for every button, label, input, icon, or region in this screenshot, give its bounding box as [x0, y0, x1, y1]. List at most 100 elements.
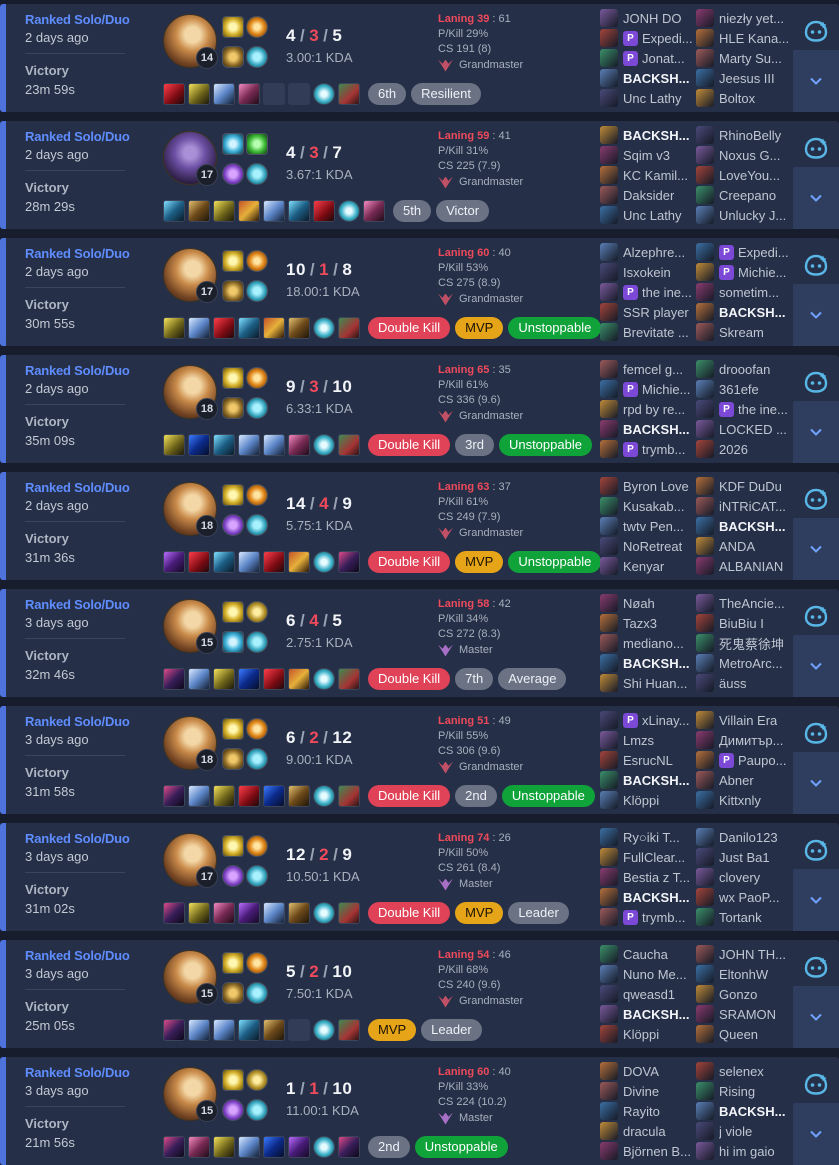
primary-rune-icon[interactable]: [222, 631, 244, 653]
player-entry[interactable]: Villain Era: [696, 710, 794, 730]
item-icon[interactable]: [338, 668, 360, 690]
summoner-spell-1-icon[interactable]: [222, 952, 244, 974]
player-entry[interactable]: Marty Su...: [696, 48, 794, 68]
player-entry[interactable]: 2026: [696, 439, 794, 459]
player-entry[interactable]: Queen: [696, 1024, 794, 1044]
trinket-item-icon[interactable]: [313, 785, 335, 807]
summoner-spell-1-icon[interactable]: [222, 1069, 244, 1091]
item-icon[interactable]: [238, 668, 260, 690]
player-entry[interactable]: Klöppi: [600, 790, 698, 810]
player-entry[interactable]: Byron Love: [600, 476, 698, 496]
secondary-rune-icon[interactable]: [246, 46, 268, 68]
item-icon[interactable]: [238, 902, 260, 924]
player-entry[interactable]: äuss: [696, 673, 794, 693]
item-icon[interactable]: [213, 200, 235, 222]
item-icon[interactable]: [163, 551, 185, 573]
summoner-spell-2-icon[interactable]: [246, 1069, 268, 1091]
player-entry[interactable]: RhinoBelly: [696, 125, 794, 145]
player-entry[interactable]: BiuBiu I: [696, 613, 794, 633]
item-icon[interactable]: [188, 317, 210, 339]
player-entry[interactable]: dracula: [600, 1121, 698, 1141]
player-entry[interactable]: TheAncie...: [696, 593, 794, 613]
item-icon[interactable]: [313, 200, 335, 222]
item-icon[interactable]: [163, 668, 185, 690]
player-entry[interactable]: Unc Lathy: [600, 205, 698, 225]
primary-rune-icon[interactable]: [222, 514, 244, 536]
trinket-item-icon[interactable]: [313, 434, 335, 456]
match-row[interactable]: Ranked Solo/Duo 2 days ago Victory 28m 2…: [0, 121, 839, 229]
player-entry[interactable]: Tazx3: [600, 613, 698, 633]
summoner-spell-2-icon[interactable]: [246, 250, 268, 272]
match-row[interactable]: Ranked Solo/Duo 3 days ago Victory 32m 4…: [0, 589, 839, 697]
expand-match-button[interactable]: [793, 401, 839, 463]
item-icon[interactable]: [163, 317, 185, 339]
champion-portrait[interactable]: 15: [163, 950, 218, 1005]
player-entry[interactable]: wx PaoP...: [696, 887, 794, 907]
player-self[interactable]: BACKSH...: [696, 1101, 794, 1121]
player-entry[interactable]: Tortank: [696, 907, 794, 927]
player-entry[interactable]: P Michie...: [600, 379, 698, 399]
player-entry[interactable]: Rayito: [600, 1101, 698, 1121]
trinket-item-icon[interactable]: [338, 200, 360, 222]
item-icon[interactable]: [238, 785, 260, 807]
player-entry[interactable]: PxLinay...: [600, 710, 698, 730]
player-self[interactable]: BACKSH...: [600, 68, 698, 88]
summoner-spell-2-icon[interactable]: [246, 484, 268, 506]
player-entry[interactable]: Pthe ine...: [600, 282, 698, 302]
player-entry[interactable]: Rising: [696, 1081, 794, 1101]
player-entry[interactable]: Unc Lathy: [600, 88, 698, 108]
primary-rune-icon[interactable]: [222, 280, 244, 302]
player-entry[interactable]: P Paupo...: [696, 750, 794, 770]
player-entry[interactable]: Boltox: [696, 88, 794, 108]
player-entry[interactable]: Kenyar: [600, 556, 698, 576]
player-self[interactable]: BACKSH...: [696, 302, 794, 322]
item-icon[interactable]: [213, 785, 235, 807]
item-icon[interactable]: [338, 1136, 360, 1158]
item-icon[interactable]: [188, 668, 210, 690]
champion-portrait[interactable]: 17: [163, 131, 218, 186]
summoner-spell-2-icon[interactable]: [246, 601, 268, 623]
player-entry[interactable]: 死鬼蔡徐坤: [696, 633, 794, 653]
secondary-rune-icon[interactable]: [246, 514, 268, 536]
item-icon[interactable]: [263, 551, 285, 573]
player-entry[interactable]: clovery: [696, 867, 794, 887]
player-entry[interactable]: Unlucky J...: [696, 205, 794, 225]
player-entry[interactable]: P Expedi...: [696, 242, 794, 262]
item-icon[interactable]: [363, 200, 385, 222]
item-icon[interactable]: [188, 83, 210, 105]
match-row[interactable]: Ranked Solo/Duo 2 days ago Victory 23m 5…: [0, 4, 839, 112]
item-icon[interactable]: [263, 902, 285, 924]
item-icon[interactable]: [263, 434, 285, 456]
champion-portrait[interactable]: 18: [163, 482, 218, 537]
match-row[interactable]: Ranked Solo/Duo 2 days ago Victory 35m 0…: [0, 355, 839, 463]
player-entry[interactable]: Noxus G...: [696, 145, 794, 165]
item-icon[interactable]: [163, 200, 185, 222]
player-entry[interactable]: Ptrymb...: [600, 907, 698, 927]
player-entry[interactable]: Pthe ine...: [696, 399, 794, 419]
secondary-rune-icon[interactable]: [246, 865, 268, 887]
player-entry[interactable]: Lmzs: [600, 730, 698, 750]
player-entry[interactable]: 361efe: [696, 379, 794, 399]
primary-rune-icon[interactable]: [222, 46, 244, 68]
player-entry[interactable]: EsrucNL: [600, 750, 698, 770]
player-entry[interactable]: NoRetreat: [600, 536, 698, 556]
item-icon[interactable]: [263, 668, 285, 690]
player-entry[interactable]: P Jonat...: [600, 48, 698, 68]
item-icon[interactable]: [288, 1136, 310, 1158]
expand-match-button[interactable]: [793, 1103, 839, 1165]
item-icon[interactable]: [338, 83, 360, 105]
player-entry[interactable]: Kittxnly: [696, 790, 794, 810]
trinket-item-icon[interactable]: [313, 902, 335, 924]
player-entry[interactable]: twtv Pen...: [600, 516, 698, 536]
expand-match-button[interactable]: [793, 635, 839, 697]
item-icon[interactable]: [288, 434, 310, 456]
item-icon[interactable]: [263, 317, 285, 339]
item-icon[interactable]: [238, 1019, 260, 1041]
champion-portrait[interactable]: 18: [163, 365, 218, 420]
player-entry[interactable]: Alzephre...: [600, 242, 698, 262]
champion-portrait[interactable]: 15: [163, 599, 218, 654]
summoner-spell-1-icon[interactable]: [222, 835, 244, 857]
player-entry[interactable]: DOVA: [600, 1061, 698, 1081]
player-entry[interactable]: FullClear...: [600, 847, 698, 867]
champion-portrait[interactable]: 15: [163, 1067, 218, 1122]
